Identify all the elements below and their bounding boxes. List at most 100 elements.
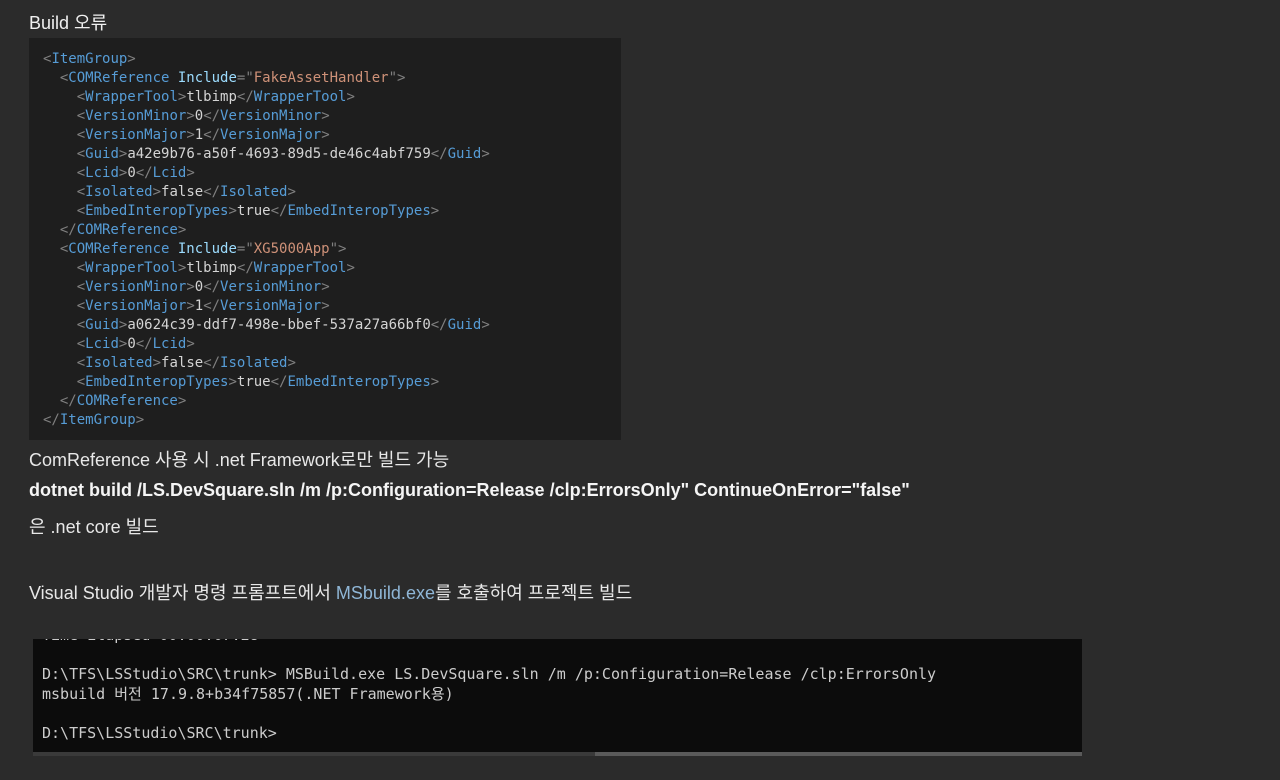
code-token: > [135,412,145,428]
code-line: <Guid>a0624c39-ddf7-498e-bbef-537a27a66b… [43,316,490,335]
code-token: false [161,184,204,200]
code-token: Guid [85,146,119,162]
visual-studio-note: Visual Studio 개발자 명령 프롬프트에서 MSbuild.exe를… [29,579,632,605]
code-token: > [152,184,162,200]
code-token: Isolated [85,355,153,371]
code-token: </ [59,393,77,409]
code-token: ItemGroup [59,412,136,428]
code-token: </ [203,279,221,295]
code-token: < [76,374,86,390]
code-token: > [321,108,330,124]
code-line: <WrapperTool>tlbimp</WrapperTool> [43,88,490,107]
code-line: <Isolated>false</Isolated> [43,354,490,373]
xml-code-block: <ItemGroup> <COMReference Include="FakeA… [29,38,621,440]
section-heading: Build 오류 [29,13,108,33]
code-token: </ [135,336,153,352]
code-token: </ [135,165,153,181]
code-token: Lcid [152,336,187,352]
code-token: < [76,279,86,295]
code-token: > [346,260,355,276]
code-token: > [481,146,490,162]
code-token: XG5000App [253,241,330,257]
msbuild-link[interactable]: MSbuild.exe [336,583,435,603]
code-token: a0624c39-ddf7-498e-bbef-537a27a66bf0 [127,317,431,333]
code-token: COMReference [76,222,178,238]
code-token: EmbedInteropTypes [287,203,431,219]
code-token: 0 [127,336,136,352]
code-token: > [321,127,330,143]
code-token: </ [430,317,448,333]
code-token: false [161,355,204,371]
code-token: COMReference [68,70,178,86]
code-token: < [76,260,86,276]
code-token: < [76,317,86,333]
code-token: Guid [85,317,119,333]
code-token: < [76,89,86,105]
code-token: EmbedInteropTypes [287,374,431,390]
code-line: <Lcid>0</Lcid> [43,164,490,183]
code-token: > [430,374,440,390]
code-token: tlbimp [186,260,237,276]
code-token: Guid [447,317,482,333]
code-token: </ [270,374,288,390]
visual-studio-note-suffix: 를 호출하여 프로젝트 빌드 [434,583,633,603]
code-token: "> [329,241,347,257]
code-line: <COMReference Include="XG5000App"> [43,240,490,259]
code-token: </ [43,412,60,428]
code-token: </ [236,260,254,276]
code-token: Guid [447,146,482,162]
code-token: WrapperTool [85,260,178,276]
terminal-line: msbuild 버전 17.9.8+b34f75857(.NET Framewo… [42,684,454,703]
code-token: VersionMinor [220,279,322,295]
code-token: 0 [194,108,204,124]
code-token: VersionMajor [85,127,187,143]
code-token: < [76,165,86,181]
code-token: > [152,355,162,371]
code-token: =" [236,70,254,86]
code-token: WrapperTool [85,89,178,105]
code-token: < [76,146,86,162]
code-token: </ [203,108,221,124]
code-token: > [287,355,296,371]
code-token: 1 [194,127,204,143]
code-token: </ [203,355,221,371]
code-token: Include [177,70,237,86]
code-token: </ [203,184,221,200]
code-token: =" [236,241,254,257]
code-token: < [76,184,86,200]
code-token: > [186,108,195,124]
code-token: > [177,393,187,409]
code-line: <Lcid>0</Lcid> [43,335,490,354]
code-line: <VersionMinor>0</VersionMinor> [43,107,490,126]
code-token: > [321,298,330,314]
visual-studio-note-prefix: Visual Studio 개발자 명령 프롬프트에서 [29,583,336,603]
code-token: 1 [194,298,204,314]
code-token: </ [270,203,288,219]
code-token: Lcid [85,165,119,181]
code-line: <COMReference Include="FakeAssetHandler"… [43,69,490,88]
code-token: "> [388,70,406,86]
code-token: a42e9b76-a50f-4693-89d5-de46c4abf759 [127,146,431,162]
code-token: > [186,127,195,143]
code-token: < [76,355,86,371]
code-token: > [228,203,237,219]
dotnet-build-command: dotnet build /LS.DevSquare.sln /m /p:Con… [29,480,910,500]
code-token: VersionMajor [220,298,322,314]
code-line: <VersionMinor>0</VersionMinor> [43,278,490,297]
code-token: > [186,279,195,295]
